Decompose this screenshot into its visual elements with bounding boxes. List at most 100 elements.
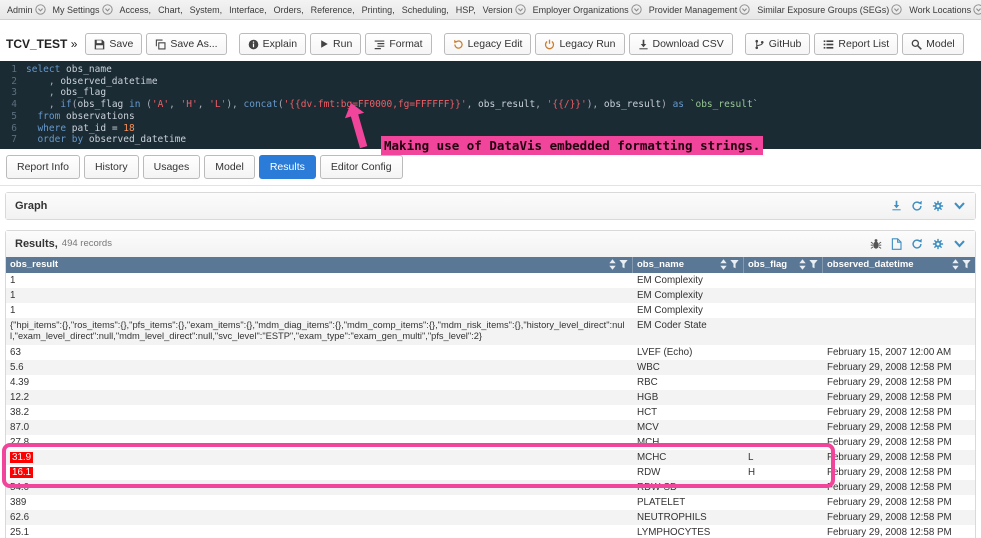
- filter-icon[interactable]: [730, 260, 739, 269]
- nav-item-interface[interactable]: Interface,: [229, 5, 267, 15]
- filter-icon[interactable]: [809, 260, 818, 269]
- cell-obs-name: MCHC: [633, 450, 744, 465]
- nav-item-scheduling[interactable]: Scheduling,: [402, 5, 449, 15]
- sort-icon[interactable]: [720, 259, 727, 270]
- cell-obs-flag: [744, 495, 823, 510]
- nav-item-work-locations[interactable]: Work Locations: [909, 4, 981, 15]
- cell-observed-datetime: February 29, 2008 12:58 PM: [823, 390, 975, 405]
- column-header-observed-datetime[interactable]: observed_datetime: [823, 257, 975, 273]
- cell-obs-result: 38.2: [6, 405, 633, 420]
- table-row[interactable]: 5.6WBCFebruary 29, 2008 12:58 PM: [6, 360, 975, 375]
- filter-icon[interactable]: [619, 260, 628, 269]
- tab-history[interactable]: History: [84, 155, 139, 179]
- table-row[interactable]: 31.9MCHCLFebruary 29, 2008 12:58 PM: [6, 450, 975, 465]
- run-button[interactable]: Run: [310, 33, 361, 55]
- report-list-button[interactable]: Report List: [814, 33, 898, 55]
- column-header-obs-name[interactable]: obs_name: [633, 257, 744, 273]
- cell-obs-flag: [744, 510, 823, 525]
- download-icon[interactable]: [891, 200, 902, 211]
- cell-obs-result: 12.2: [6, 390, 633, 405]
- download-csv-button[interactable]: Download CSV: [629, 33, 733, 55]
- code-text: where pat_id = 18: [26, 123, 135, 135]
- cell-obs-name: WBC: [633, 360, 744, 375]
- nav-item-chart[interactable]: Chart,: [158, 5, 183, 15]
- legacy-edit-button[interactable]: Legacy Edit: [444, 33, 532, 55]
- chevron-down-icon[interactable]: [953, 237, 966, 250]
- table-row[interactable]: 63LVEF (Echo)February 15, 2007 12:00 AM: [6, 345, 975, 360]
- nav-item-reference[interactable]: Reference,: [311, 5, 355, 15]
- save-as-button[interactable]: Save As...: [146, 33, 226, 55]
- nav-item-system[interactable]: System,: [190, 5, 223, 15]
- cell-obs-name: EM Coder State: [633, 318, 744, 345]
- refresh-icon[interactable]: [911, 238, 923, 250]
- cell-obs-flag: [744, 390, 823, 405]
- tab-results[interactable]: Results: [259, 155, 316, 179]
- top-nav: Admin My Settings Access, Chart, System, Inte…: [0, 0, 981, 20]
- table-row[interactable]: 12.2HGBFebruary 29, 2008 12:58 PM: [6, 390, 975, 405]
- nav-item-version[interactable]: Version: [483, 4, 526, 15]
- table-row[interactable]: 4.39RBCFebruary 29, 2008 12:58 PM: [6, 375, 975, 390]
- graph-panel-header[interactable]: Graph: [6, 193, 975, 219]
- table-row[interactable]: 25.1LYMPHOCYTESFebruary 29, 2008 12:58 P…: [6, 525, 975, 538]
- tab-model[interactable]: Model: [204, 155, 255, 179]
- nav-item-my-settings[interactable]: My Settings: [53, 4, 113, 15]
- table-row[interactable]: 1EM Complexity: [6, 288, 975, 303]
- chevron-circle-icon[interactable]: [973, 4, 981, 15]
- code-token: 'A': [152, 99, 169, 110]
- sort-icon[interactable]: [609, 259, 616, 270]
- results-table-body: 1EM Complexity1EM Complexity1EM Complexi…: [6, 273, 975, 538]
- results-panel-header[interactable]: Results, 494 records: [6, 231, 975, 257]
- code-text: from observations: [26, 111, 135, 123]
- chevron-circle-icon[interactable]: [35, 4, 46, 15]
- nav-item-hsp[interactable]: HSP,: [456, 5, 476, 15]
- nav-item-similar-exposure-groups-segs[interactable]: Similar Exposure Groups (SEGs): [757, 4, 902, 15]
- chevron-circle-icon[interactable]: [891, 4, 902, 15]
- cell-obs-name: EM Complexity: [633, 303, 744, 318]
- line-number: 5: [0, 111, 26, 123]
- tab-usages[interactable]: Usages: [143, 155, 201, 179]
- bug-icon[interactable]: [870, 238, 882, 250]
- cell-obs-flag: [744, 360, 823, 375]
- nav-item-employer-organizations[interactable]: Employer Organizations: [533, 4, 642, 15]
- legacy-run-button[interactable]: Legacy Run: [535, 33, 624, 55]
- table-row[interactable]: {"hpi_items":{},"ros_items":{},"pfs_item…: [6, 318, 975, 345]
- nav-item-provider-management[interactable]: Provider Management: [649, 4, 751, 15]
- model-button[interactable]: Model: [902, 33, 964, 55]
- sort-icon[interactable]: [952, 259, 959, 270]
- column-header-obs-flag[interactable]: obs_flag: [744, 257, 823, 273]
- chevron-circle-icon[interactable]: [739, 4, 750, 15]
- table-row[interactable]: 62.6NEUTROPHILSFebruary 29, 2008 12:58 P…: [6, 510, 975, 525]
- cell-obs-result: 1: [6, 288, 633, 303]
- table-row[interactable]: 54.0RDW-SDFebruary 29, 2008 12:58 PM: [6, 480, 975, 495]
- format-button[interactable]: Format: [365, 33, 431, 55]
- nav-item-orders[interactable]: Orders,: [274, 5, 304, 15]
- table-row[interactable]: 1EM Complexity: [6, 303, 975, 318]
- save-button[interactable]: Save: [85, 33, 142, 55]
- nav-item-access[interactable]: Access,: [120, 5, 152, 15]
- column-header-obs-result[interactable]: obs_result: [6, 257, 633, 273]
- chevron-circle-icon[interactable]: [631, 4, 642, 15]
- tab-editor-config[interactable]: Editor Config: [320, 155, 403, 179]
- refresh-icon[interactable]: [911, 200, 923, 212]
- gear-icon[interactable]: [932, 238, 944, 250]
- chevron-circle-icon[interactable]: [102, 4, 113, 15]
- code-token: obs_name: [60, 64, 111, 75]
- tab-report-info[interactable]: Report Info: [6, 155, 80, 179]
- file-icon[interactable]: [891, 238, 902, 250]
- gear-icon[interactable]: [932, 200, 944, 212]
- table-row[interactable]: 16.1RDWHFebruary 29, 2008 12:58 PM: [6, 465, 975, 480]
- table-row[interactable]: 389PLATELETFebruary 29, 2008 12:58 PM: [6, 495, 975, 510]
- explain-button[interactable]: Explain: [239, 33, 306, 55]
- github-button[interactable]: GitHub: [745, 33, 811, 55]
- table-row[interactable]: 27.8MCHFebruary 29, 2008 12:58 PM: [6, 435, 975, 450]
- chevron-circle-icon[interactable]: [515, 4, 526, 15]
- table-row[interactable]: 1EM Complexity: [6, 273, 975, 288]
- table-row[interactable]: 87.0MCVFebruary 29, 2008 12:58 PM: [6, 420, 975, 435]
- nav-item-printing[interactable]: Printing,: [362, 5, 395, 15]
- filter-icon[interactable]: [962, 260, 971, 269]
- code-token: ,: [26, 87, 60, 98]
- table-row[interactable]: 38.2HCTFebruary 29, 2008 12:58 PM: [6, 405, 975, 420]
- nav-item-admin[interactable]: Admin: [7, 4, 46, 15]
- sort-icon[interactable]: [799, 259, 806, 270]
- chevron-down-icon[interactable]: [953, 199, 966, 212]
